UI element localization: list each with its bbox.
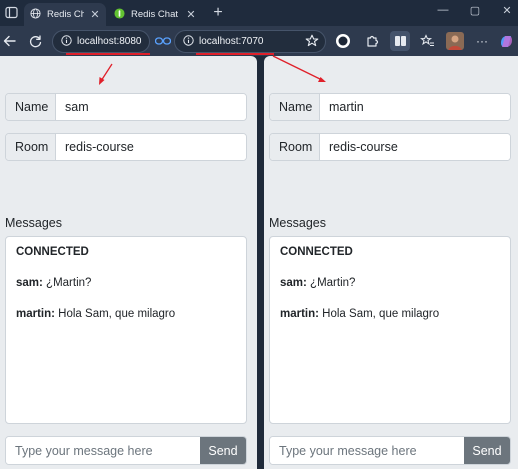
close-window-button[interactable]: ✕	[500, 4, 514, 17]
message-text: ¿Martin?	[42, 277, 92, 289]
message-item: sam: ¿Martin?	[280, 276, 500, 290]
message-user: martin:	[16, 308, 55, 320]
maximize-button[interactable]: ▢	[468, 4, 482, 17]
browser-titlebar: Redis Chat D ✕ Redis Chat ✕ + — ▢ ✕	[0, 0, 518, 26]
message-user: martin:	[280, 308, 319, 320]
tab-redis-chat-7070[interactable]: Redis Chat ✕	[108, 3, 202, 26]
address-bar-left[interactable]: localhost:8080	[52, 30, 150, 53]
status-connected: CONNECTED	[16, 246, 89, 258]
profile-avatar[interactable]	[446, 32, 464, 50]
message-text: ¿Martin?	[306, 277, 356, 289]
messages-panel: CONNECTED sam: ¿Martin? martin: Hola Sam…	[5, 236, 247, 424]
browser-toolbar: localhost:8080 localhost:7070 ···	[0, 26, 518, 56]
message-composer: Send	[269, 436, 511, 465]
message-text: Hola Sam, que milagro	[54, 308, 176, 320]
annotation-underline-left	[66, 53, 150, 55]
message-composer: Send	[5, 436, 247, 465]
name-input[interactable]: martin	[320, 94, 510, 120]
green-favicon-icon	[114, 6, 125, 24]
send-button[interactable]: Send	[464, 437, 510, 464]
message-text: Hola Sam, que milagro	[318, 308, 440, 320]
favorites-icon[interactable]	[419, 33, 435, 49]
url-text: localhost:8080	[77, 36, 142, 47]
room-input[interactable]: redis-course	[56, 134, 246, 160]
split-screen-icon[interactable]	[390, 31, 410, 51]
messages-label: Messages	[269, 216, 326, 230]
back-arrow-icon[interactable]	[2, 34, 16, 48]
message-input[interactable]	[270, 437, 464, 464]
message-user: sam:	[280, 277, 307, 289]
tab-redis-chat-8080[interactable]: Redis Chat D ✕	[24, 3, 106, 26]
new-tab-button[interactable]: +	[210, 5, 226, 21]
room-label: Room	[6, 134, 56, 160]
split-link-icon[interactable]	[155, 33, 171, 49]
message-user: sam:	[16, 277, 43, 289]
refresh-icon[interactable]	[28, 34, 42, 48]
room-field[interactable]: Room redis-course	[269, 133, 511, 161]
messages-label: Messages	[5, 216, 62, 230]
messages-panel: CONNECTED sam: ¿Martin? martin: Hola Sam…	[269, 236, 511, 424]
more-options-icon[interactable]: ···	[474, 33, 490, 49]
status-connected: CONNECTED	[280, 246, 353, 258]
tab-title: Redis Chat D	[47, 9, 84, 20]
copilot-icon[interactable]	[498, 33, 514, 49]
message-item: sam: ¿Martin?	[16, 276, 236, 290]
favorite-star-icon[interactable]	[304, 33, 320, 49]
chat-pane-left: Name sam Room redis-course Messages CONN…	[0, 56, 257, 469]
message-item: martin: Hola Sam, que milagro	[16, 307, 236, 321]
info-icon[interactable]	[183, 33, 194, 51]
copilot-circle-icon[interactable]	[335, 33, 351, 49]
name-field[interactable]: Name martin	[269, 93, 511, 121]
globe-icon	[30, 6, 41, 24]
chat-pane-right: Name martin Room redis-course Messages C…	[264, 56, 518, 469]
close-tab-icon[interactable]: ✕	[186, 8, 196, 21]
url-text: localhost:7070	[199, 36, 264, 47]
room-field[interactable]: Room redis-course	[5, 133, 247, 161]
info-icon[interactable]	[61, 33, 72, 51]
extensions-icon[interactable]	[364, 33, 380, 49]
tab-title: Redis Chat	[131, 9, 178, 20]
send-button[interactable]: Send	[200, 437, 246, 464]
name-label: Name	[270, 94, 320, 120]
close-tab-icon[interactable]: ✕	[90, 8, 100, 21]
name-field[interactable]: Name sam	[5, 93, 247, 121]
minimize-button[interactable]: —	[436, 4, 450, 16]
tab-actions-icon[interactable]	[2, 3, 20, 21]
name-label: Name	[6, 94, 56, 120]
message-input[interactable]	[6, 437, 200, 464]
name-input[interactable]: sam	[56, 94, 246, 120]
room-label: Room	[270, 134, 320, 160]
room-input[interactable]: redis-course	[320, 134, 510, 160]
message-item: martin: Hola Sam, que milagro	[280, 307, 500, 321]
annotation-underline-right	[196, 53, 274, 55]
